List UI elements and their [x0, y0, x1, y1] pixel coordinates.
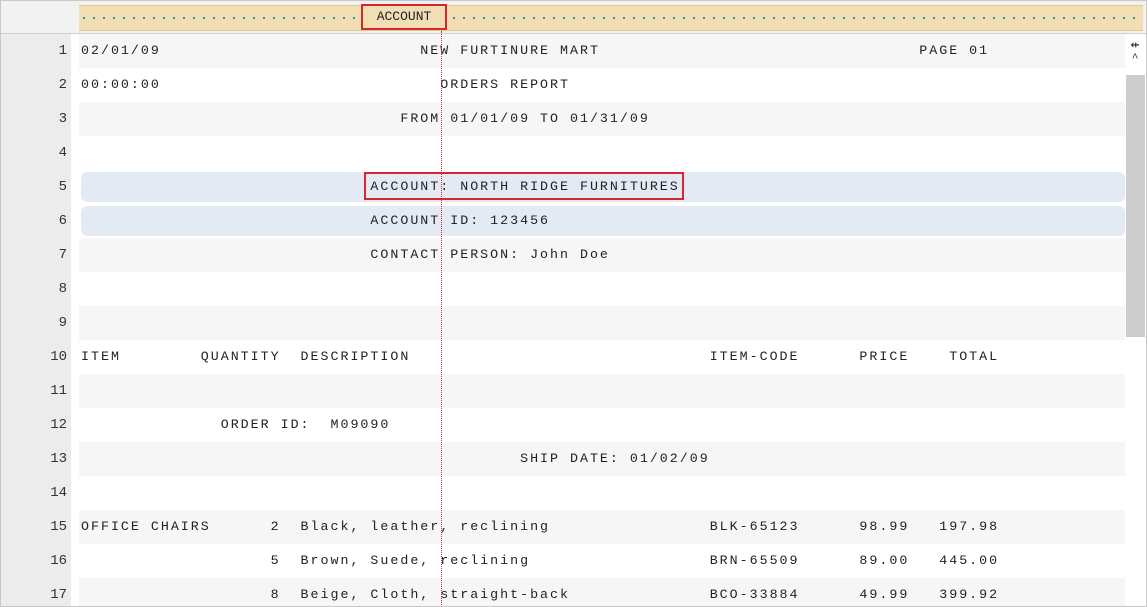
ruler-field-label-account[interactable]: ACCOUNT	[361, 4, 447, 30]
split-view-icon[interactable]: ⇷	[1125, 35, 1145, 54]
report-line[interactable]: 9	[1, 306, 1125, 340]
line-text: 02/01/09 NEW FURTINURE MART PAGE 01	[81, 43, 990, 58]
line-number: 1	[58, 43, 67, 59]
report-line[interactable]: 3 FROM 01/01/09 TO 01/31/09	[1, 102, 1125, 136]
report-line[interactable]: 15 OFFICE CHAIRS 2 Black, leather, reclin…	[1, 510, 1125, 544]
line-text: CONTACT PERSON: John Doe	[81, 247, 610, 262]
line-number: 3	[58, 111, 67, 127]
line-number: 13	[50, 451, 67, 467]
line-text: ORDER ID: M09090	[81, 417, 391, 432]
scroll-up-icon[interactable]: ^	[1125, 53, 1145, 65]
report-line[interactable]: 11	[1, 374, 1125, 408]
report-line[interactable]: 1 02/01/09 NEW FURTINURE MART PAGE 01	[1, 34, 1125, 68]
line-number: 10	[50, 349, 67, 365]
line-text: OFFICE CHAIRS 2 Black, leather, reclinin…	[81, 519, 1000, 534]
report-line[interactable]: 16 5 Brown, Suede, reclining BRN-65509 8…	[1, 544, 1125, 578]
column-ruler-bar: ACCOUNT	[1, 1, 1146, 34]
report-line[interactable]: 7 CONTACT PERSON: John Doe	[1, 238, 1125, 272]
line-text: ITEM QUANTITY DESCRIPTION ITEM-CODE PRIC…	[81, 349, 1000, 364]
scrollbar-thumb[interactable]	[1126, 75, 1145, 337]
line-number: 6	[58, 213, 67, 229]
report-line[interactable]: 8	[1, 272, 1125, 306]
account-highlight-box	[364, 172, 684, 200]
line-text: 8 Beige, Cloth, straight-back BCO-33884 …	[81, 587, 1000, 602]
line-number: 17	[50, 587, 67, 603]
report-line[interactable]: 2 00:00:00 ORDERS REPORT	[1, 68, 1125, 102]
report-line[interactable]: 14	[1, 476, 1125, 510]
line-text: FROM 01/01/09 TO 01/31/09	[81, 111, 650, 126]
line-number: 14	[50, 485, 67, 501]
report-line[interactable]: 10 ITEM QUANTITY DESCRIPTION ITEM-CODE PR…	[1, 340, 1125, 374]
line-number: 12	[50, 417, 67, 433]
line-background	[79, 272, 1125, 306]
line-text: ACCOUNT ID: 123456	[81, 213, 551, 228]
line-number: 15	[50, 519, 67, 535]
line-background	[79, 306, 1125, 340]
report-line[interactable]: 6 ACCOUNT ID: 123456	[1, 204, 1125, 238]
column-ruler[interactable]	[79, 5, 1143, 31]
report-line[interactable]: 12 ORDER ID: M09090	[1, 408, 1125, 442]
report-line[interactable]: 13 SHIP DATE: 01/02/09	[1, 442, 1125, 476]
line-text: 00:00:00 ORDERS REPORT	[81, 77, 570, 92]
line-number: 7	[58, 247, 67, 263]
line-background	[79, 476, 1125, 510]
line-background	[79, 136, 1125, 170]
report-line[interactable]: 4	[1, 136, 1125, 170]
line-number: 11	[50, 383, 67, 399]
line-number: 2	[58, 77, 67, 93]
line-number: 8	[58, 281, 67, 297]
report-editor-window: ACCOUNT 1 02/01/09 NEW FURTINURE MART PAG…	[0, 0, 1147, 607]
report-line[interactable]: 17 8 Beige, Cloth, straight-back BCO-338…	[1, 578, 1125, 606]
line-number: 4	[58, 145, 67, 161]
line-background	[79, 374, 1125, 408]
line-text: SHIP DATE: 01/02/09	[81, 451, 710, 466]
line-number: 5	[58, 179, 67, 195]
column-cursor-line	[441, 31, 442, 606]
line-text: 5 Brown, Suede, reclining BRN-65509 89.0…	[81, 553, 1000, 568]
line-number: 16	[50, 553, 67, 569]
line-number: 9	[58, 315, 67, 331]
